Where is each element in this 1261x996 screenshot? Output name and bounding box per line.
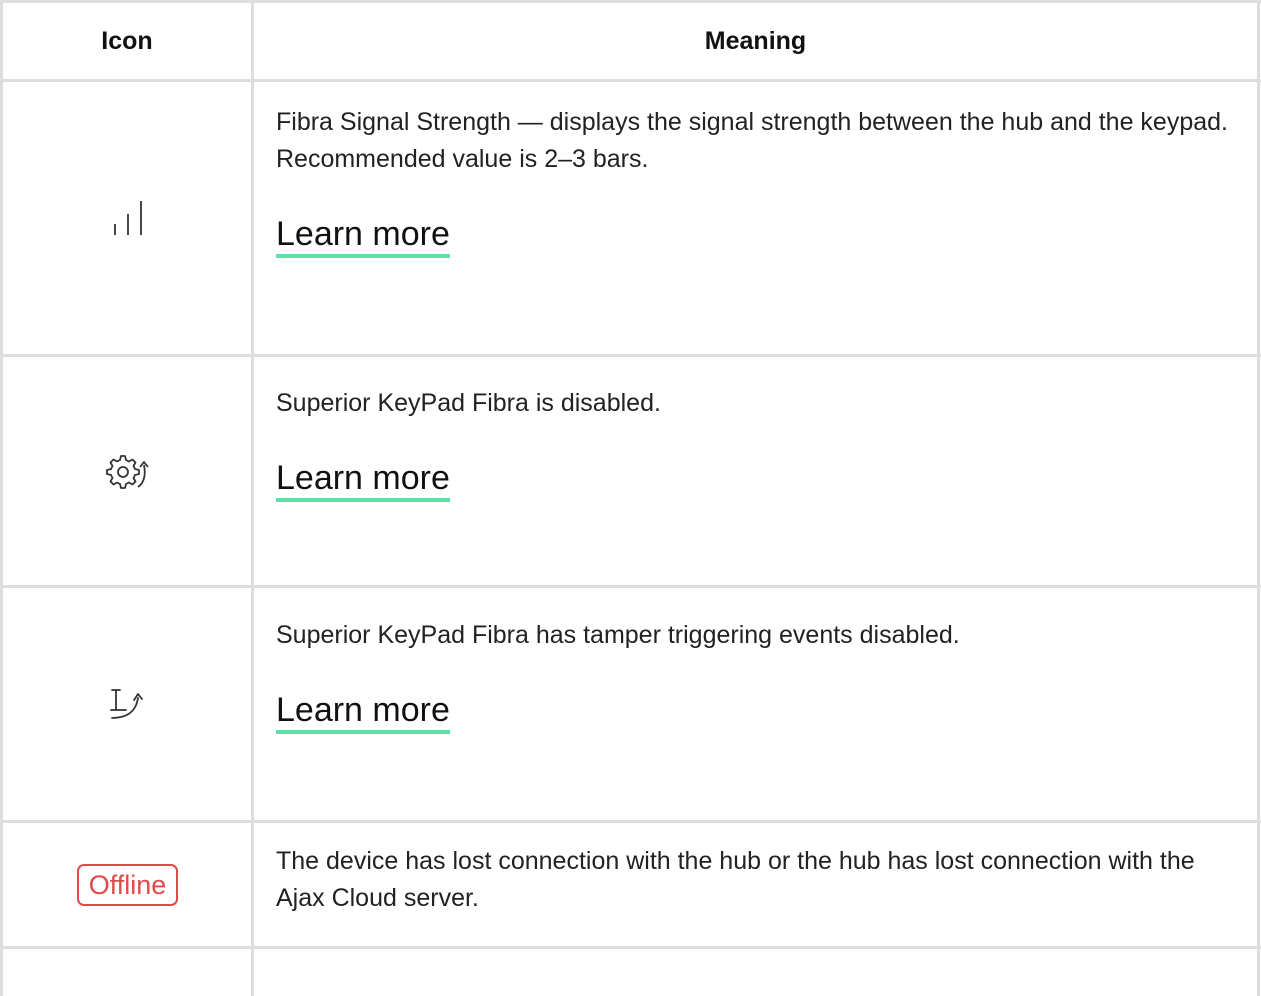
table-row-meaning-cell: The device has lost connection with the …	[276, 843, 1246, 917]
row-description: Superior KeyPad Fibra is disabled.	[276, 389, 661, 417]
table-row-meaning-cell: Fibra Signal Strength — displays the sig…	[276, 104, 1246, 258]
learn-more-link[interactable]: Learn more	[276, 458, 450, 502]
table-row-icon-cell	[3, 82, 252, 354]
icon-meaning-table: Icon Meaning Fibra Signal Strength — dis…	[0, 0, 1261, 996]
row-description: The device has lost connection with the …	[276, 847, 1195, 912]
column-header-icon: Icon	[101, 27, 153, 55]
table-row-meaning-cell: Superior KeyPad Fibra has tamper trigger…	[276, 617, 1246, 734]
offline-status-badge: Offline	[76, 863, 179, 906]
table-row-icon-cell	[3, 357, 252, 585]
learn-more-link[interactable]: Learn more	[276, 690, 450, 734]
device-disabled-icon	[105, 451, 150, 491]
table-row-icon-cell	[3, 588, 252, 820]
table-row-meaning-cell	[276, 949, 1246, 996]
table-row-icon-cell: Offline	[3, 823, 252, 946]
learn-more-link[interactable]: Learn more	[276, 214, 450, 258]
table-row-meaning-cell: Superior KeyPad Fibra is disabled. Learn…	[276, 385, 1246, 502]
tamper-disabled-icon	[108, 684, 148, 724]
column-header-meaning: Meaning	[704, 27, 807, 55]
row-description: Fibra Signal Strength — displays the sig…	[276, 108, 1228, 173]
table-row-icon-cell	[3, 949, 252, 996]
row-description: Superior KeyPad Fibra has tamper trigger…	[276, 621, 960, 649]
table-border-right	[1257, 0, 1260, 996]
signal-strength-icon	[111, 198, 145, 238]
